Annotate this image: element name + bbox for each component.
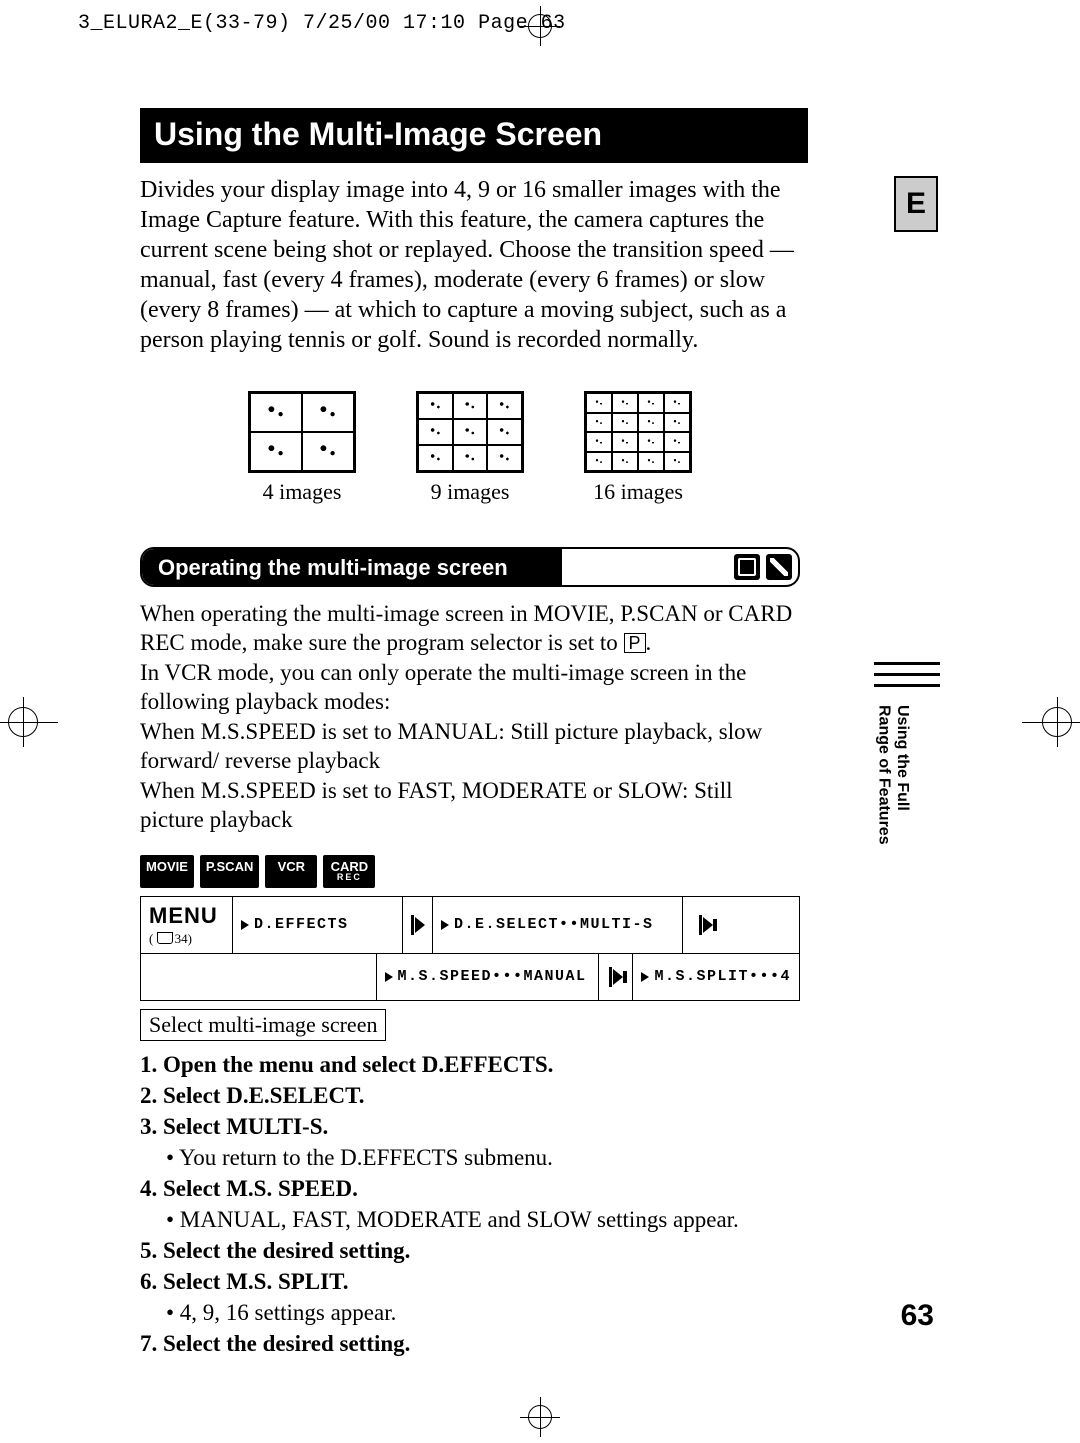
instruction-steps: 1. Open the menu and select D.EFFECTS. 2… bbox=[140, 1049, 800, 1359]
multi-image-examples: 4 images 9 images 16 images bbox=[140, 391, 800, 505]
grid-9-icon bbox=[416, 391, 524, 473]
example-9-images: 9 images bbox=[416, 391, 524, 505]
print-job-header: 3_ELURA2_E(33-79) 7/25/00 17:10 Page 63 bbox=[78, 12, 566, 35]
program-selector-p-icon: P bbox=[624, 633, 646, 653]
mode-chip-vcr: VCR bbox=[265, 855, 317, 888]
example-4-images: 4 images bbox=[248, 391, 356, 505]
step-3-detail: • You return to the D.EFFECTS submenu. bbox=[140, 1145, 553, 1170]
playback-mode-icon bbox=[766, 554, 792, 580]
intro-paragraph: Divides your display image into 4, 9 or … bbox=[140, 175, 800, 355]
advance-icon bbox=[411, 912, 425, 938]
advance-double-icon bbox=[609, 964, 623, 990]
mode-chip-movie: MOVIE bbox=[140, 855, 194, 888]
menu-d-effects: D.EFFECTS bbox=[254, 916, 349, 933]
example-16-images: 16 images bbox=[584, 391, 692, 505]
menu-ms-split: M.S.SPLIT•••4 bbox=[654, 968, 791, 985]
menu-ms-speed: M.S.SPEED•••MANUAL bbox=[398, 968, 587, 985]
grid-4-label: 4 images bbox=[263, 479, 342, 505]
section-tab: Using the Full Range of Features bbox=[874, 662, 940, 840]
mode-chip-row: MOVIE P.SCAN VCR CARD REC bbox=[140, 855, 800, 888]
grid-9-label: 9 images bbox=[431, 479, 510, 505]
step-5: 5. Select the desired setting. bbox=[140, 1238, 410, 1263]
page-title: Using the Multi-Image Screen bbox=[140, 108, 808, 163]
menu-diagram: MOVIE P.SCAN VCR CARD REC MENU ( 34) D.E… bbox=[140, 855, 800, 1041]
grid-16-label: 16 images bbox=[593, 479, 683, 505]
camera-mode-icon bbox=[734, 554, 760, 580]
step-4: 4. Select M.S. SPEED. bbox=[140, 1176, 358, 1201]
menu-row-1: MENU ( 34) D.EFFECTS D.E.SELECT••MULTI-S bbox=[140, 896, 800, 954]
menu-caption: Select multi-image screen bbox=[140, 1009, 386, 1041]
step-1: 1. Open the menu and select D.EFFECTS. bbox=[140, 1052, 553, 1077]
operating-line-2: In VCR mode, you can only operate the mu… bbox=[140, 660, 746, 714]
step-4-detail: • MANUAL, FAST, MODERATE and SLOW settin… bbox=[140, 1207, 739, 1232]
registration-mark-bottom-icon bbox=[520, 1397, 560, 1437]
step-6: 6. Select M.S. SPLIT. bbox=[140, 1269, 348, 1294]
step-3: 3. Select MULTI-S. bbox=[140, 1114, 328, 1139]
subheader-title: Operating the multi-image screen bbox=[142, 549, 562, 585]
advance-double-icon bbox=[695, 912, 717, 938]
section-subheader: Operating the multi-image screen bbox=[140, 547, 800, 587]
registration-mark-right-icon bbox=[1022, 687, 1080, 757]
page-content: Using the Multi-Image Screen Divides you… bbox=[140, 108, 800, 1359]
mode-chip-card-bottom: REC bbox=[329, 873, 369, 882]
page-number: 63 bbox=[901, 1299, 934, 1333]
menu-ref: ( 34) bbox=[149, 931, 192, 947]
step-6-detail: • 4, 9, 16 settings appear. bbox=[140, 1300, 396, 1325]
mode-chip-pscan: P.SCAN bbox=[200, 855, 259, 888]
operating-text: When operating the multi-image screen in… bbox=[140, 599, 800, 835]
section-tab-text: Using the Full Range of Features bbox=[874, 705, 911, 865]
triangle-icon bbox=[641, 972, 649, 982]
menu-de-select: D.E.SELECT••MULTI-S bbox=[454, 916, 654, 933]
triangle-icon bbox=[241, 920, 249, 930]
registration-mark-left-icon bbox=[0, 687, 58, 757]
operating-line-4: When M.S.SPEED is set to FAST, MODERATE … bbox=[140, 778, 733, 832]
triangle-icon bbox=[385, 972, 393, 982]
menu-label: MENU bbox=[149, 903, 218, 929]
operating-line-3: When M.S.SPEED is set to MANUAL: Still p… bbox=[140, 719, 762, 773]
operating-line-1b: . bbox=[646, 630, 652, 655]
mode-chip-card-rec: CARD REC bbox=[323, 855, 375, 888]
operating-line-1a: When operating the multi-image screen in… bbox=[140, 601, 792, 655]
menu-row-2: M.S.SPEED•••MANUAL M.S.SPLIT•••4 bbox=[140, 954, 800, 1001]
step-2: 2. Select D.E.SELECT. bbox=[140, 1083, 364, 1108]
step-7: 7. Select the desired setting. bbox=[140, 1331, 410, 1356]
grid-16-icon bbox=[584, 391, 692, 473]
triangle-icon bbox=[441, 920, 449, 930]
book-icon bbox=[157, 932, 173, 944]
manual-page: 3_ELURA2_E(33-79) 7/25/00 17:10 Page 63 … bbox=[0, 0, 1080, 1443]
language-badge: E bbox=[894, 176, 938, 232]
grid-4-icon bbox=[248, 391, 356, 473]
